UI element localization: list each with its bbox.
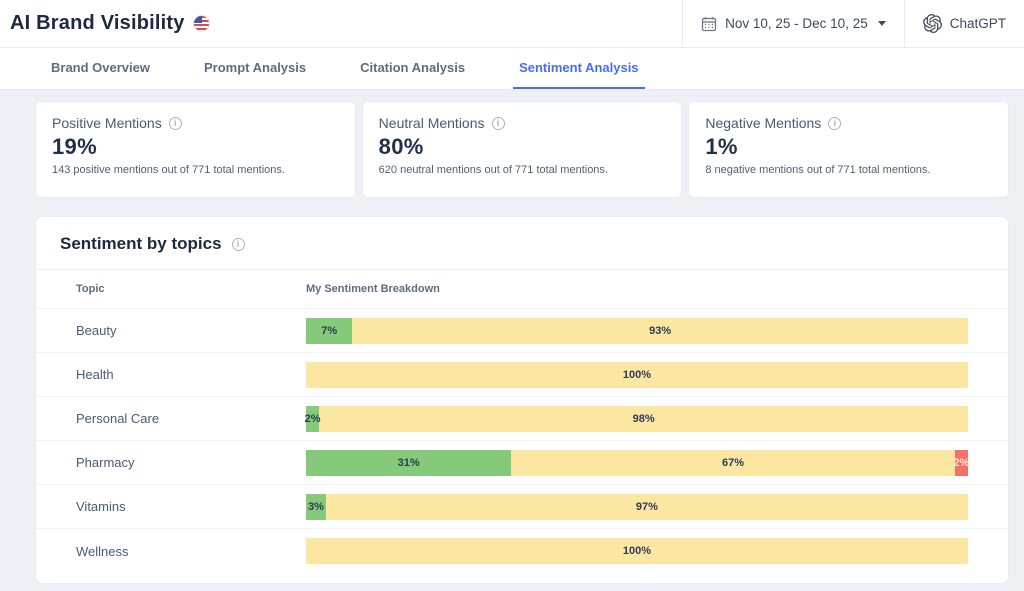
card-caption: 143 positive mentions out of 771 total m…	[52, 164, 339, 176]
segment-value-label: 2%	[953, 457, 969, 469]
tab-prompt-analysis[interactable]: Prompt Analysis	[198, 48, 312, 89]
table-row-personal-care: Personal Care2% 98%	[36, 397, 1008, 441]
segment-neutral[interactable]: 100%	[306, 538, 968, 564]
table-body: Beauty7%93%Health100%Personal Care2%98%P…	[36, 309, 1008, 573]
segment-value-label: 7%	[321, 325, 337, 337]
table-row-vitamins: Vitamins3% 97%	[36, 485, 1008, 529]
table-row-wellness: Wellness 100%	[36, 529, 1008, 573]
sentiment-bar: 7% 93%	[306, 318, 968, 344]
metric-cards: Positive Mentions i 19% 143 positive mentio…	[35, 101, 1009, 198]
segment-positive[interactable]: 3%	[306, 494, 326, 520]
segment-value-label: 93%	[649, 325, 671, 337]
segment-neutral[interactable]: 67%	[511, 450, 955, 476]
sentiment-by-topics-panel: Sentiment by topics i Topic My Sentiment…	[35, 216, 1009, 584]
card-title: Positive Mentions	[52, 115, 162, 131]
sentiment-bar: 2% 98%	[306, 406, 968, 432]
segment-positive[interactable]: 2%	[306, 406, 319, 432]
tab-citation-analysis[interactable]: Citation Analysis	[354, 48, 471, 89]
segment-neutral[interactable]: 93%	[352, 318, 968, 344]
info-icon[interactable]: i	[828, 117, 841, 130]
segment-positive[interactable]: 7%	[306, 318, 352, 344]
sentiment-bar: 100%	[306, 538, 968, 564]
model-selector[interactable]: ChatGPT	[904, 0, 1024, 47]
table-row-health: Health 100%	[36, 353, 1008, 397]
tab-brand-overview[interactable]: Brand Overview	[45, 48, 156, 89]
card-value: 80%	[379, 134, 666, 160]
segment-value-label: 67%	[722, 457, 744, 469]
card-negative-mentions: Negative Mentions i 1% 8 negative mentions …	[688, 101, 1009, 198]
card-caption: 8 negative mentions out of 771 total men…	[705, 164, 992, 176]
tab-bar: Brand Overview Prompt Analysis Citation An…	[0, 48, 1024, 90]
topic-label: Beauty	[76, 323, 306, 338]
segment-value-label: 31%	[398, 457, 420, 469]
card-title: Negative Mentions	[705, 115, 821, 131]
sentiment-bar: 31% 67% 2%	[306, 450, 968, 476]
topic-label: Wellness	[76, 544, 306, 559]
segment-value-label: 100%	[623, 545, 651, 557]
info-icon[interactable]: i	[492, 117, 505, 130]
segment-value-label: 3%	[308, 501, 324, 513]
segment-positive[interactable]: 31%	[306, 450, 511, 476]
card-neutral-mentions: Neutral Mentions i 80% 620 neutral mentions…	[362, 101, 683, 198]
segment-value-label: 98%	[633, 413, 655, 425]
segment-neutral[interactable]: 100%	[306, 362, 968, 388]
model-label: ChatGPT	[950, 16, 1006, 31]
column-topic: Topic	[76, 283, 306, 295]
segment-value-label: 2%	[305, 413, 321, 425]
panel-title: Sentiment by topics	[60, 234, 222, 254]
panel-header: Sentiment by topics i	[36, 217, 1008, 270]
segment-value-label: 100%	[623, 369, 651, 381]
table-row-pharmacy: Pharmacy 31% 67% 2%	[36, 441, 1008, 485]
app-header: AI Brand Visibility Nov 10, 25 - Dec 10,…	[0, 0, 1024, 48]
card-positive-mentions: Positive Mentions i 19% 143 positive mentio…	[35, 101, 356, 198]
segment-neutral[interactable]: 98%	[319, 406, 968, 432]
table-row-beauty: Beauty 7% 93%	[36, 309, 1008, 353]
column-breakdown: My Sentiment Breakdown	[306, 283, 968, 295]
chatgpt-logo-icon	[923, 14, 942, 33]
topic-label: Personal Care	[76, 411, 306, 426]
card-value: 19%	[52, 134, 339, 160]
date-range-picker[interactable]: Nov 10, 25 - Dec 10, 25	[682, 0, 904, 47]
us-flag-icon	[193, 15, 210, 32]
topic-label: Pharmacy	[76, 455, 306, 470]
topic-label: Vitamins	[76, 499, 306, 514]
page-title: AI Brand Visibility	[10, 12, 185, 35]
calendar-icon	[701, 16, 717, 32]
segment-negative[interactable]: 2%	[955, 450, 968, 476]
card-value: 1%	[705, 134, 992, 160]
segment-value-label: 97%	[636, 501, 658, 513]
sentiment-bar: 100%	[306, 362, 968, 388]
date-range-label: Nov 10, 25 - Dec 10, 25	[725, 16, 868, 31]
chevron-down-icon	[878, 21, 886, 26]
topic-label: Health	[76, 367, 306, 382]
info-icon[interactable]: i	[232, 238, 245, 251]
table-column-header: Topic My Sentiment Breakdown	[36, 270, 1008, 309]
sentiment-bar: 3% 97%	[306, 494, 968, 520]
card-caption: 620 neutral mentions out of 771 total me…	[379, 164, 666, 176]
card-title: Neutral Mentions	[379, 115, 485, 131]
segment-neutral[interactable]: 97%	[326, 494, 968, 520]
tab-sentiment-analysis[interactable]: Sentiment Analysis	[513, 48, 644, 89]
info-icon[interactable]: i	[169, 117, 182, 130]
